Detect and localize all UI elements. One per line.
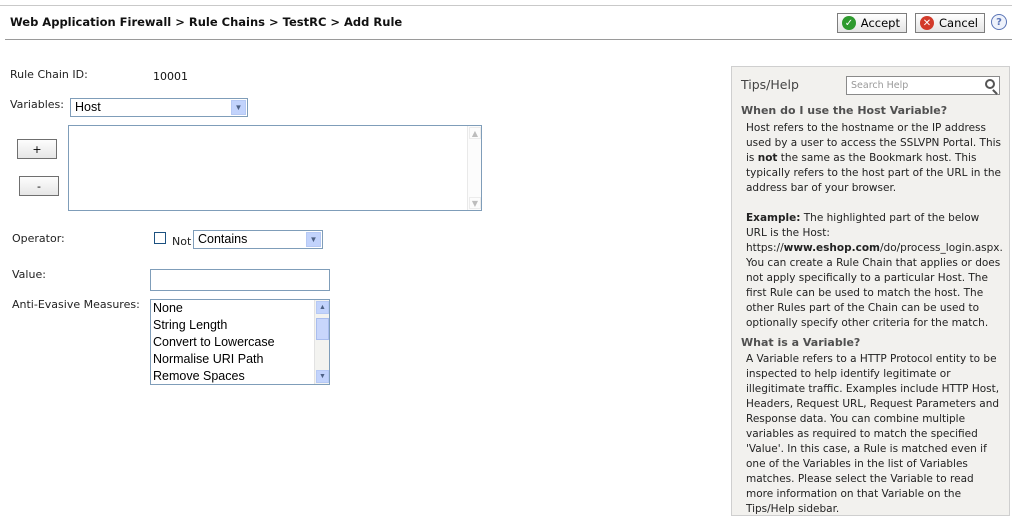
value-input[interactable] bbox=[150, 269, 330, 291]
variables-list[interactable]: ▲ ▼ bbox=[68, 125, 482, 211]
anti-evasive-label: Anti-Evasive Measures: bbox=[12, 298, 140, 311]
list-item[interactable]: Remove Spaces bbox=[151, 368, 329, 384]
check-icon: ✓ bbox=[842, 16, 856, 30]
tips-question-host: When do I use the Host Variable? bbox=[741, 104, 948, 117]
value-label: Value: bbox=[12, 268, 46, 281]
tips-example: Example: The highlighted part of the bel… bbox=[746, 211, 1003, 331]
search-placeholder: Search Help bbox=[851, 80, 909, 91]
variables-list-scrollbar[interactable]: ▲ ▼ bbox=[467, 126, 481, 210]
not-checkbox[interactable] bbox=[154, 232, 166, 244]
operator-selected: Contains bbox=[198, 232, 248, 246]
breadcrumb: Web Application Firewall > Rule Chains >… bbox=[10, 15, 403, 29]
scroll-down-icon[interactable]: ▼ bbox=[316, 370, 329, 383]
example-url-host: www.eshop.com bbox=[783, 242, 881, 254]
rule-chain-id-label: Rule Chain ID: bbox=[10, 68, 88, 81]
variables-selected: Host bbox=[75, 100, 101, 114]
tips-answer-host: Host refers to the hostname or the IP ad… bbox=[746, 121, 1002, 196]
rule-chain-id-value: 10001 bbox=[153, 70, 188, 83]
header-divider bbox=[5, 39, 1012, 40]
chevron-down-icon[interactable]: ▼ bbox=[231, 100, 246, 115]
tips-question-variable: What is a Variable? bbox=[741, 336, 861, 349]
example-url: https:// bbox=[746, 242, 784, 254]
search-help-input[interactable]: Search Help bbox=[846, 76, 1000, 95]
operator-select[interactable]: Contains ▼ bbox=[193, 230, 323, 249]
add-variable-button[interactable]: + bbox=[17, 139, 57, 159]
anti-evasive-listbox[interactable]: None String Length Convert to Lowercase … bbox=[150, 299, 330, 385]
tips-help-panel: Tips/Help Search Help When do I use the … bbox=[731, 66, 1010, 516]
tips-answer-variable: A Variable refers to a HTTP Protocol ent… bbox=[746, 353, 1000, 515]
variables-select[interactable]: Host ▼ bbox=[70, 98, 248, 117]
accept-label: Accept bbox=[860, 16, 900, 30]
list-item[interactable]: Convert to Lowercase bbox=[151, 334, 329, 351]
search-icon[interactable] bbox=[985, 79, 995, 89]
variables-label: Variables: bbox=[10, 98, 64, 111]
example-label: Example: bbox=[746, 212, 801, 224]
answer-bold: not bbox=[757, 152, 778, 164]
cancel-button[interactable]: ✕ Cancel bbox=[915, 13, 985, 33]
anti-evasive-scrollbar[interactable]: ▲ ▼ bbox=[314, 300, 329, 384]
list-item[interactable]: None bbox=[151, 300, 329, 317]
scroll-thumb[interactable] bbox=[316, 318, 329, 340]
answer-text: the same as the Bookmark host. This typi… bbox=[746, 152, 1001, 194]
example-more: You can create a Rule Chain that applies… bbox=[746, 257, 1001, 329]
scroll-down-icon[interactable]: ▼ bbox=[469, 197, 481, 209]
operator-label: Operator: bbox=[12, 232, 65, 245]
top-divider bbox=[0, 5, 1012, 6]
not-label: Not bbox=[172, 235, 192, 248]
remove-variable-button[interactable]: - bbox=[19, 176, 59, 196]
close-icon: ✕ bbox=[920, 16, 934, 30]
help-icon[interactable]: ? bbox=[991, 14, 1007, 30]
scroll-up-icon[interactable]: ▲ bbox=[316, 301, 329, 314]
cancel-label: Cancel bbox=[939, 16, 978, 30]
list-item[interactable]: String Length bbox=[151, 317, 329, 334]
scroll-up-icon[interactable]: ▲ bbox=[469, 127, 481, 139]
accept-button[interactable]: ✓ Accept bbox=[837, 13, 907, 33]
tips-title: Tips/Help bbox=[741, 77, 799, 92]
chevron-down-icon[interactable]: ▼ bbox=[306, 232, 321, 247]
example-url: /do/process_login.aspx. bbox=[880, 242, 1003, 254]
list-item[interactable]: Normalise URI Path bbox=[151, 351, 329, 368]
